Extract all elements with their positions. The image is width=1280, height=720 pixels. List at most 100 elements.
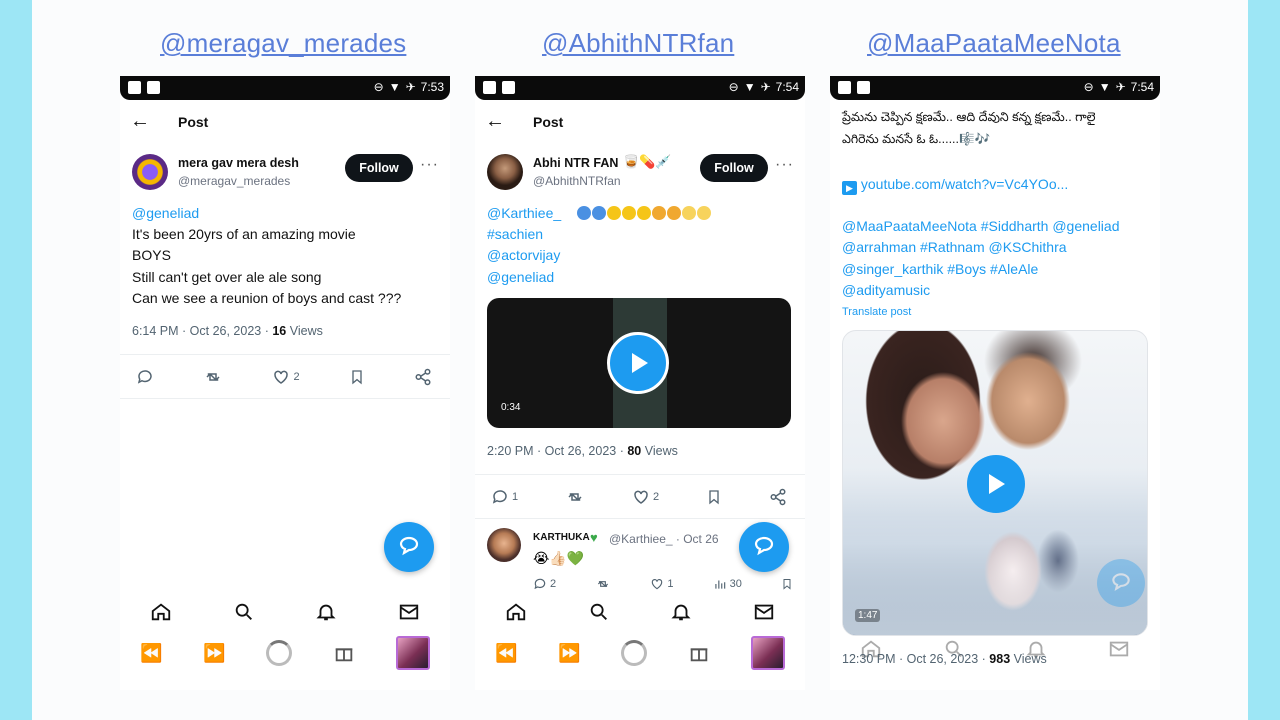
mail-icon[interactable] xyxy=(398,601,420,623)
like-icon[interactable]: 2 xyxy=(272,368,300,386)
reply-author-name[interactable]: KARTHUKA xyxy=(533,532,590,543)
tag-line[interactable]: @MaaPaataMeeNota #Siddharth @geneliad xyxy=(842,218,1119,234)
tag-line[interactable]: @singer_karthik #Boys #AleAle xyxy=(842,261,1038,277)
reply-icon[interactable]: 2 xyxy=(533,577,556,591)
mention-link[interactable]: @geneliad xyxy=(132,205,199,221)
post-timestamp: 12:30 PM · Oct 26, 2023 · xyxy=(842,652,990,666)
youtube-link[interactable]: ▶ youtube.com/watch?v=Vc4YOo... xyxy=(842,176,1068,195)
play-button[interactable] xyxy=(967,455,1025,513)
like-count: 2 xyxy=(293,371,300,383)
status-time: 7:54 xyxy=(1130,80,1154,94)
tag-line[interactable]: @adityamusic xyxy=(842,282,930,298)
play-button[interactable] xyxy=(607,332,669,394)
view-count: 983 xyxy=(989,652,1011,666)
bell-icon[interactable] xyxy=(670,601,692,623)
panel-1: @meragav_merades ⊖ ▼ ✈ 7:53 ← Post mera gav… xyxy=(32,0,462,720)
panel-handle: @meragav_merades xyxy=(160,28,407,58)
compose-button[interactable] xyxy=(1097,559,1145,607)
media-thumbnail[interactable] xyxy=(395,636,430,670)
mention-link[interactable]: @geneliad xyxy=(487,269,554,285)
back-arrow-icon[interactable]: ← xyxy=(130,110,150,133)
media-thumbnail[interactable] xyxy=(750,636,785,670)
search-icon[interactable] xyxy=(588,601,610,623)
views-label: Views xyxy=(1010,652,1047,666)
avatar[interactable] xyxy=(487,154,523,190)
translate-post-link[interactable]: Translate post xyxy=(842,306,911,318)
video-link-icon: ▶ xyxy=(842,181,857,195)
divider xyxy=(120,398,450,399)
media-control-bar: ⏪ ⏩ xyxy=(120,634,450,672)
reply-author-handle[interactable]: @Karthiee_ · Oct 26 xyxy=(609,532,719,546)
author-handle[interactable]: @meragav_merades xyxy=(178,174,290,188)
status-time: 7:54 xyxy=(775,80,799,94)
fast-forward-icon[interactable]: ⏩ xyxy=(558,643,580,664)
like-icon[interactable]: 1 xyxy=(650,577,674,591)
more-icon[interactable]: ··· xyxy=(420,156,439,174)
post-text-line: Still can't get over ale ale song xyxy=(132,269,322,285)
retweet-icon[interactable] xyxy=(595,577,611,591)
divider xyxy=(120,354,450,355)
post-text-line: ప్రేమను చెప్పిన క్షణమే.. ఆది దేవుని కన్న… xyxy=(842,110,1096,124)
home-icon[interactable] xyxy=(150,601,172,623)
compose-icon xyxy=(754,536,774,556)
tag-line[interactable]: @arrahman #Rathnam @KSChithra xyxy=(842,239,1067,255)
home-icon[interactable] xyxy=(505,601,527,623)
post-text-line: Can we see a reunion of boys and cast ??… xyxy=(132,290,402,306)
view-count: 16 xyxy=(272,324,287,338)
hashtag-link[interactable]: #sachien xyxy=(487,226,543,242)
mail-icon[interactable] xyxy=(1108,638,1130,660)
reply-icon[interactable] xyxy=(136,368,154,386)
rewind-icon[interactable]: ⏪ xyxy=(495,643,517,664)
bell-icon[interactable] xyxy=(315,601,337,623)
author-name[interactable]: Abhi NTR FAN xyxy=(533,156,618,170)
post-text-line: It's been 20yrs of an amazing movie xyxy=(132,226,356,242)
mail-icon[interactable] xyxy=(753,601,775,623)
like-count: 1 xyxy=(667,578,674,590)
bookmark-icon[interactable] xyxy=(781,577,793,591)
back-arrow-icon[interactable]: ← xyxy=(485,110,505,133)
reply-count: 1 xyxy=(512,491,519,503)
media-control-bar: ⏪ ⏩ xyxy=(475,634,805,672)
post-timestamp: 2:20 PM · Oct 26, 2023 · xyxy=(487,444,628,458)
reply-action-bar: 2 1 30 xyxy=(533,576,793,592)
follow-button[interactable]: Follow xyxy=(700,154,768,182)
phone-screen: ⊖ ▼ ✈ 7:54 ← Post Abhi NTR FAN 🥃💊💉 @AbhithN… xyxy=(475,76,805,690)
video-player[interactable]: 0:34 xyxy=(487,298,791,428)
gift-icon[interactable] xyxy=(688,642,710,664)
compose-button[interactable] xyxy=(384,522,434,572)
share-icon[interactable] xyxy=(769,488,787,506)
retweet-icon[interactable] xyxy=(203,368,223,386)
reply-emojis: 😭👍🏻💚 xyxy=(533,550,585,566)
post-meta: 6:14 PM · Oct 26, 2023 · 16 Views xyxy=(132,324,323,338)
mention-link[interactable]: @actorvijay xyxy=(487,247,560,263)
avatar[interactable] xyxy=(487,528,521,562)
bookmark-icon[interactable] xyxy=(349,368,365,386)
search-icon[interactable] xyxy=(233,601,255,623)
mention-link[interactable]: @Karthiee_ xyxy=(487,205,561,221)
loading-icon xyxy=(266,640,293,666)
follow-button[interactable]: Follow xyxy=(345,154,413,182)
views-icon[interactable]: 30 xyxy=(713,577,742,591)
gift-icon[interactable] xyxy=(333,642,355,664)
author-name[interactable]: mera gav mera desh xyxy=(178,156,299,170)
author-emoji: 🥃💊💉 xyxy=(623,154,672,169)
rewind-icon[interactable]: ⏪ xyxy=(140,643,162,664)
compose-button[interactable] xyxy=(739,522,789,572)
retweet-icon[interactable] xyxy=(565,488,585,506)
more-icon[interactable]: ··· xyxy=(775,156,794,174)
panel-handle: @AbhithNTRfan xyxy=(542,28,735,58)
like-icon[interactable]: 2 xyxy=(632,488,659,506)
bookmark-icon[interactable] xyxy=(706,488,722,506)
share-icon[interactable] xyxy=(414,368,432,386)
like-count: 2 xyxy=(653,491,660,503)
video-thumbnail[interactable]: 1:47 xyxy=(842,330,1148,636)
compose-icon xyxy=(1112,573,1130,591)
compose-icon xyxy=(399,536,419,556)
author-handle[interactable]: @AbhithNTRfan xyxy=(533,174,621,188)
collage-canvas: @meragav_merades ⊖ ▼ ✈ 7:53 ← Post mera gav… xyxy=(32,0,1248,720)
reply-icon[interactable]: 1 xyxy=(491,488,518,506)
status-time: 7:53 xyxy=(420,80,444,94)
youtube-link-text[interactable]: youtube.com/watch?v=Vc4YOo... xyxy=(861,176,1068,192)
avatar[interactable] xyxy=(132,154,168,190)
fast-forward-icon[interactable]: ⏩ xyxy=(203,643,225,664)
